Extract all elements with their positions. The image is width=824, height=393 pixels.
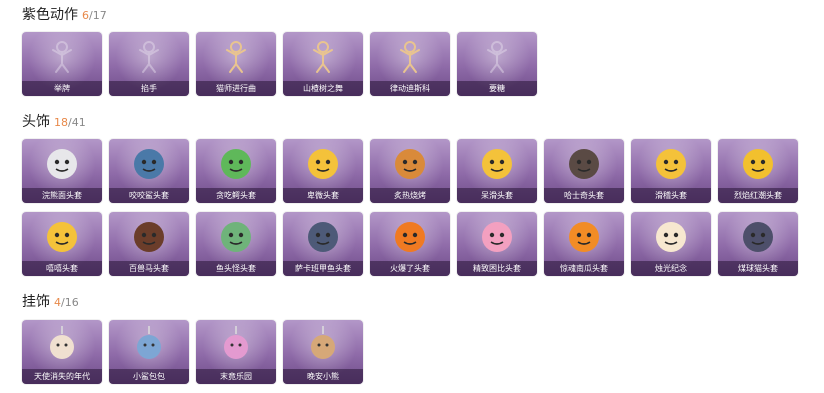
item-card[interactable]: 举牌 xyxy=(22,32,102,96)
item-label: 末竟乐园 xyxy=(196,369,276,384)
item-card[interactable]: 掐手 xyxy=(109,32,189,96)
item-label: 烛光纪念 xyxy=(631,261,711,276)
item-card[interactable]: 卑微头套 xyxy=(283,139,363,203)
item-card[interactable]: 惊魂南瓜头套 xyxy=(544,212,624,276)
candle-head-icon xyxy=(653,218,689,254)
bbq-head-icon xyxy=(392,145,428,181)
item-card[interactable]: 律动迪斯科 xyxy=(370,32,450,96)
funny-emoji-head-icon xyxy=(653,145,689,181)
item-label: 惊魂南瓜头套 xyxy=(544,261,624,276)
item-label: 萨卡班甲鱼头套 xyxy=(283,261,363,276)
item-card[interactable]: 末竟乐园 xyxy=(196,320,276,384)
item-label: 呆滑头套 xyxy=(457,188,537,203)
item-card[interactable]: 炙热烧烤 xyxy=(370,139,450,203)
sad-emoji-head-icon xyxy=(305,145,341,181)
section-name: 紫色动作 xyxy=(22,7,78,23)
husky-head-icon xyxy=(566,145,602,181)
item-label: 火爆了头套 xyxy=(370,261,450,276)
item-card[interactable]: 咬咬鲨头套 xyxy=(109,139,189,203)
item-card[interactable]: 贪吃鳄头套 xyxy=(196,139,276,203)
item-label: 要糖 xyxy=(457,81,537,96)
item-label: 晚安小熊 xyxy=(283,369,363,384)
item-label: 贪吃鳄头套 xyxy=(196,188,276,203)
item-label: 掐手 xyxy=(109,81,189,96)
item-label: 百兽马头套 xyxy=(109,261,189,276)
cat-head-icon xyxy=(740,218,776,254)
item-label: 小鲨包包 xyxy=(109,369,189,384)
item-card[interactable]: 猫师进行曲 xyxy=(196,32,276,96)
item-label: 哈士奇头套 xyxy=(544,188,624,203)
owned-count: 4 xyxy=(54,296,61,309)
pink-pig-head-icon xyxy=(479,218,515,254)
item-card[interactable]: 火爆了头套 xyxy=(370,212,450,276)
yellow-creature-head-icon xyxy=(740,145,776,181)
clown-pendant-icon xyxy=(218,326,254,362)
emoji-head-icon xyxy=(479,145,515,181)
item-card[interactable]: 鱼头怪头套 xyxy=(196,212,276,276)
horse-head-icon xyxy=(131,218,167,254)
angel-pendant-icon xyxy=(44,326,80,362)
section-title-pendants: 挂饰 4/16 xyxy=(22,293,79,312)
dance-pose-icon xyxy=(218,38,254,74)
total-count: /41 xyxy=(68,116,86,129)
item-label: 浣熊面头套 xyxy=(22,188,102,203)
item-card[interactable]: 烛光纪念 xyxy=(631,212,711,276)
item-card[interactable]: 滑稽头套 xyxy=(631,139,711,203)
item-label: 滑稽头套 xyxy=(631,188,711,203)
item-card[interactable]: 嘻嘻头套 xyxy=(22,212,102,276)
pose-icon xyxy=(479,38,515,74)
grin-emoji-head-icon xyxy=(44,218,80,254)
shark-bag-pendant-icon xyxy=(131,326,167,362)
item-label: 天使消失的年代 xyxy=(22,369,102,384)
total-count: /17 xyxy=(89,9,107,22)
item-label: 烈焰红潮头套 xyxy=(718,188,798,203)
fish-head-icon xyxy=(218,218,254,254)
raccoon-head-icon xyxy=(44,145,80,181)
item-label: 山楂树之舞 xyxy=(283,81,363,96)
item-card[interactable]: 烈焰红潮头套 xyxy=(718,139,798,203)
sakabanjia-fish-head-icon xyxy=(305,218,341,254)
item-card[interactable]: 要糖 xyxy=(457,32,537,96)
item-card[interactable]: 浣熊面头套 xyxy=(22,139,102,203)
item-label: 嘻嘻头套 xyxy=(22,261,102,276)
fire-head-icon xyxy=(392,218,428,254)
owned-count: 18 xyxy=(54,116,68,129)
item-label: 精致困比头套 xyxy=(457,261,537,276)
item-label: 猫师进行曲 xyxy=(196,81,276,96)
crocodile-head-icon xyxy=(218,145,254,181)
item-card[interactable]: 煤球猫头套 xyxy=(718,212,798,276)
sign-pose-icon xyxy=(44,38,80,74)
item-card[interactable]: 晚安小熊 xyxy=(283,320,363,384)
item-label: 鱼头怪头套 xyxy=(196,261,276,276)
item-card[interactable]: 哈士奇头套 xyxy=(544,139,624,203)
pumpkin-head-icon xyxy=(566,218,602,254)
item-card[interactable]: 呆滑头套 xyxy=(457,139,537,203)
section-name: 头饰 xyxy=(22,114,50,130)
item-card[interactable]: 小鲨包包 xyxy=(109,320,189,384)
section-name: 挂饰 xyxy=(22,294,50,310)
item-card[interactable]: 天使消失的年代 xyxy=(22,320,102,384)
dance-pose-icon xyxy=(305,38,341,74)
item-card[interactable]: 山楂树之舞 xyxy=(283,32,363,96)
item-card[interactable]: 萨卡班甲鱼头套 xyxy=(283,212,363,276)
section-title-headwear: 头饰 18/41 xyxy=(22,113,86,132)
item-label: 煤球猫头套 xyxy=(718,261,798,276)
disco-pose-icon xyxy=(392,38,428,74)
item-label: 咬咬鲨头套 xyxy=(109,188,189,203)
owned-count: 6 xyxy=(82,9,89,22)
item-label: 炙热烧烤 xyxy=(370,188,450,203)
item-label: 卑微头套 xyxy=(283,188,363,203)
bear-pendant-icon xyxy=(305,326,341,362)
total-count: /16 xyxy=(61,296,79,309)
item-label: 律动迪斯科 xyxy=(370,81,450,96)
item-card[interactable]: 百兽马头套 xyxy=(109,212,189,276)
section-title-actions: 紫色动作 6/17 xyxy=(22,6,107,25)
pose-icon xyxy=(131,38,167,74)
item-label: 举牌 xyxy=(22,81,102,96)
item-card[interactable]: 精致困比头套 xyxy=(457,212,537,276)
shark-head-icon xyxy=(131,145,167,181)
